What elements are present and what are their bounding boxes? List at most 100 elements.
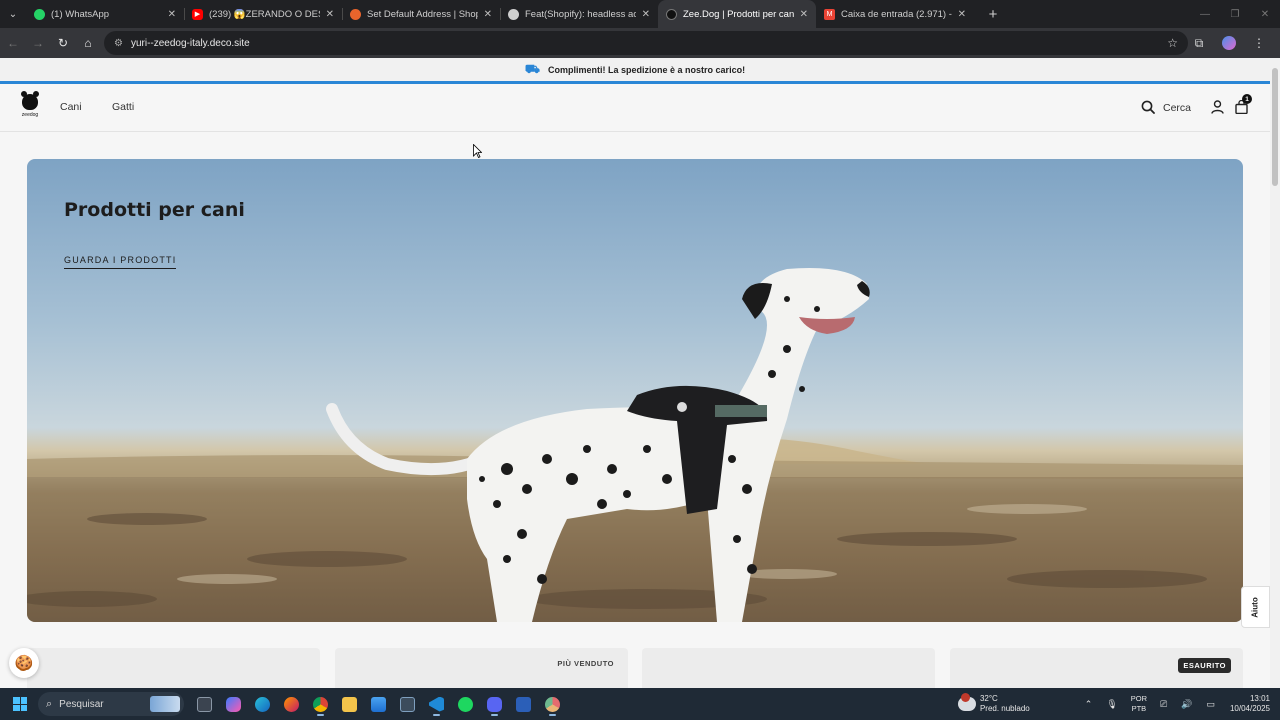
close-icon[interactable]: ✕ [484, 9, 492, 20]
language-code: POR [1130, 694, 1148, 703]
youtube-icon: ▶ [192, 8, 203, 20]
chrome-icon[interactable] [306, 692, 335, 716]
discord-icon[interactable] [480, 692, 509, 716]
logo-wordmark: zeedog [21, 112, 39, 118]
close-icon[interactable]: ✕ [326, 9, 334, 20]
url-text: yuri--zeedog-italy.deco.site [130, 37, 250, 49]
weather-widget[interactable]: 32°C Pred. nublado [957, 693, 1030, 714]
cart-count-badge: 1 [1242, 94, 1252, 104]
tab-github[interactable]: Feat(Shopify): headless accoun ✕ [500, 0, 658, 28]
address-bar[interactable]: ⚙ yuri--zeedog-italy.deco.site ☆ [104, 31, 1188, 55]
network-icon[interactable]: ⎚ [1160, 699, 1167, 710]
back-arrow-icon[interactable]: ← [1, 31, 25, 55]
tab-gmail[interactable]: M Caixa de entrada (2.971) - kille ✕ [816, 0, 974, 28]
tab-label: Feat(Shopify): headless accoun [525, 8, 636, 20]
tab-youtube[interactable]: ▶ (239) 😱ZERANDO O DESAFIO ✕ [184, 0, 342, 28]
maximize-icon[interactable]: ❐ [1220, 9, 1250, 20]
system-clock[interactable]: 13:01 10/04/2025 [1230, 694, 1270, 714]
close-window-icon[interactable]: ✕ [1250, 9, 1280, 20]
reload-icon[interactable]: ↻ [51, 31, 75, 55]
site-info-icon[interactable]: ⚙ [114, 38, 123, 49]
bookmark-star-icon[interactable]: ☆ [1167, 36, 1178, 50]
extensions-puzzle-icon[interactable]: ⧉ [1184, 31, 1214, 55]
help-tab[interactable]: Aiuto [1241, 586, 1270, 628]
clock-time: 13:01 [1249, 694, 1270, 703]
nav-link-gatti[interactable]: Gatti [112, 101, 134, 113]
scrollbar-thumb[interactable] [1272, 68, 1278, 186]
github-icon [508, 8, 519, 20]
site-header: zeedog Cani Gatti Cerca 1 [0, 84, 1270, 132]
browser-menu-icon[interactable]: ⋮ [1244, 31, 1274, 55]
browser-tab-strip: ⌄ (1) WhatsApp ✕ ▶ (239) 😱ZERANDO O DESA… [0, 0, 1280, 28]
product-card[interactable]: PIÙ VENDUTO [335, 648, 628, 688]
dalmatian-photo [27, 268, 1243, 622]
windows-start-icon[interactable] [0, 688, 40, 720]
weather-desc: Pred. nublado [979, 704, 1030, 713]
sold-out-badge: ESAURITO [1178, 658, 1231, 673]
tab-whatsapp[interactable]: (1) WhatsApp ✕ [26, 0, 184, 28]
shop-products-link[interactable]: GUARDA I PRODOTTI [64, 255, 177, 269]
battery-icon[interactable]: ▭ [1206, 699, 1215, 710]
new-tab-plus-icon[interactable]: + [984, 6, 1002, 23]
close-icon[interactable]: ✕ [642, 9, 650, 20]
search-label[interactable]: Cerca [1163, 102, 1191, 114]
tab-search-chevron-icon[interactable]: ⌄ [0, 0, 26, 28]
taskbar-apps [190, 692, 567, 716]
tab-label: (239) 😱ZERANDO O DESAFIO [209, 8, 320, 20]
hero-banner[interactable]: Prodotti per cani GUARDA I PRODOTTI [27, 159, 1243, 622]
windows-taskbar: ⌕ Pesquisar 32°C Pred. nublado ⌃ 🎙 POR P [0, 688, 1280, 720]
cloudy-weather-icon [957, 693, 976, 711]
file-explorer-icon[interactable] [190, 692, 219, 716]
edge-icon[interactable] [248, 692, 277, 716]
tab-label: Caixa de entrada (2.971) - kille [841, 8, 952, 20]
zeedog-icon [666, 8, 677, 20]
forward-arrow-icon[interactable]: → [26, 31, 50, 55]
folder-icon[interactable] [335, 692, 364, 716]
browser-toolbar: ← → ↻ ⌂ ⚙ yuri--zeedog-italy.deco.site ☆… [0, 28, 1280, 58]
tab-label: (1) WhatsApp [51, 8, 110, 20]
search-highlight-image [150, 696, 180, 712]
product-card[interactable]: ESAURITO [950, 648, 1243, 688]
calculator-icon[interactable] [393, 692, 422, 716]
page-scrollbar[interactable] [1270, 58, 1280, 688]
home-icon[interactable]: ⌂ [76, 31, 100, 55]
cookie-settings-icon[interactable]: 🍪 [9, 648, 39, 678]
system-tray: 32°C Pred. nublado ⌃ 🎙 POR PTB ⎚ 🔊 ▭ 13:… [957, 688, 1280, 720]
spotify-icon[interactable] [451, 692, 480, 716]
taskbar-search-placeholder: Pesquisar [59, 698, 104, 710]
keyboard-layout: PTB [1131, 704, 1147, 713]
product-card[interactable] [642, 648, 935, 688]
tab-zeedog[interactable]: Zee.Dog | Prodotti per cani e g ✕ [658, 0, 816, 28]
clock-date: 10/04/2025 [1229, 704, 1270, 713]
account-user-icon[interactable] [1211, 100, 1224, 114]
search-icon[interactable] [1141, 100, 1155, 114]
tab-shopify-docs[interactable]: Set Default Address | Shopify D ✕ [342, 0, 500, 28]
taskbar-search[interactable]: ⌕ Pesquisar [38, 692, 184, 716]
minimize-icon[interactable]: — [1190, 9, 1220, 20]
close-icon[interactable]: ✕ [800, 9, 808, 20]
search-icon: ⌕ [46, 697, 53, 710]
input-language[interactable]: POR PTB [1131, 694, 1147, 714]
gmail-icon: M [824, 8, 835, 20]
store-icon[interactable] [364, 692, 393, 716]
zeedog-logo[interactable]: zeedog [20, 91, 40, 120]
product-grid: PIÙ VENDUTO ESAURITO [27, 648, 1270, 688]
close-icon[interactable]: ✕ [958, 9, 966, 20]
word-icon[interactable] [509, 692, 538, 716]
profile-avatar[interactable] [1222, 36, 1236, 50]
close-icon[interactable]: ✕ [168, 9, 176, 20]
vscode-icon[interactable] [422, 692, 451, 716]
chevron-up-icon[interactable]: ⌃ [1085, 699, 1093, 710]
volume-icon[interactable]: 🔊 [1181, 699, 1192, 710]
nav-link-cani[interactable]: Cani [60, 101, 82, 113]
hero-title: Prodotti per cani [64, 199, 245, 221]
bestseller-badge: PIÙ VENDUTO [557, 659, 614, 668]
firefox-icon[interactable] [277, 692, 306, 716]
microphone-icon[interactable]: 🎙 [1106, 699, 1117, 710]
chrome-dev-icon[interactable] [538, 692, 567, 716]
product-card[interactable] [27, 648, 320, 688]
tab-label: Set Default Address | Shopify D [367, 8, 478, 20]
delivery-truck-icon: ⛟ [524, 61, 541, 76]
copilot-icon[interactable] [219, 692, 248, 716]
mouse-cursor-icon [473, 144, 482, 158]
